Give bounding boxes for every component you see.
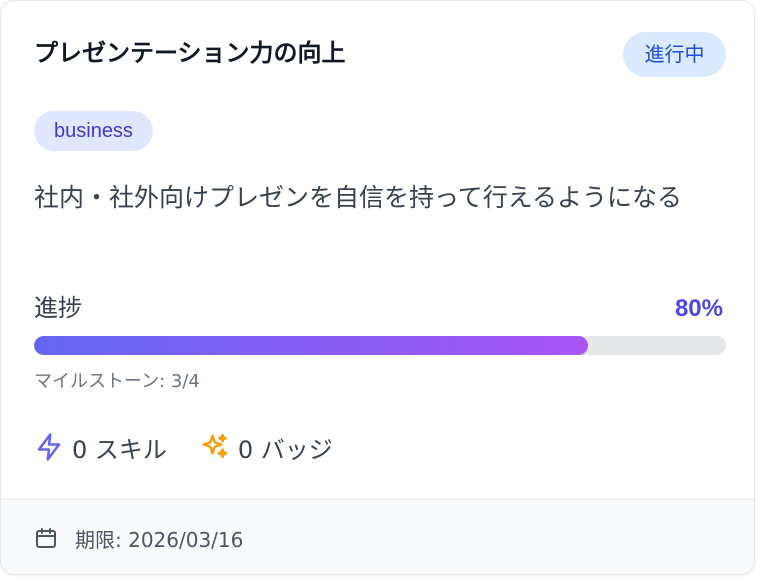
lightning-icon <box>34 432 64 462</box>
status-badge: 進行中 <box>623 32 726 77</box>
skills-stat: 0 スキル <box>34 430 167 465</box>
goal-stats: 0 スキル 0 バッジ <box>34 429 333 465</box>
goal-title: プレゼンテーション力の向上 <box>34 39 346 67</box>
goal-card[interactable]: プレゼンテーション力の向上 進行中 business 社内・社外向けプレゼンを自… <box>0 0 755 575</box>
deadline: 期限: 2026/03/16 <box>34 521 243 555</box>
deadline-text: 期限: 2026/03/16 <box>75 527 244 552</box>
goal-description: 社内・社外向けプレゼンを自信を持って行えるようになる <box>34 183 683 212</box>
progress-bar-fill <box>34 336 588 355</box>
progress-bar <box>34 336 726 355</box>
badges-stat: 0 バッジ <box>200 430 333 465</box>
skills-count: 0 スキル <box>72 435 167 464</box>
progress-percentage: 80% <box>674 295 723 322</box>
milestone-count: マイルストーン: 3/4 <box>34 371 200 392</box>
category-tag: business <box>34 111 153 151</box>
card-footer: 期限: 2026/03/16 <box>1 499 754 574</box>
badges-count: 0 バッジ <box>237 435 333 464</box>
progress-label: 進捗 <box>34 294 82 322</box>
calendar-icon <box>34 526 58 550</box>
sparkles-icon <box>200 432 230 462</box>
